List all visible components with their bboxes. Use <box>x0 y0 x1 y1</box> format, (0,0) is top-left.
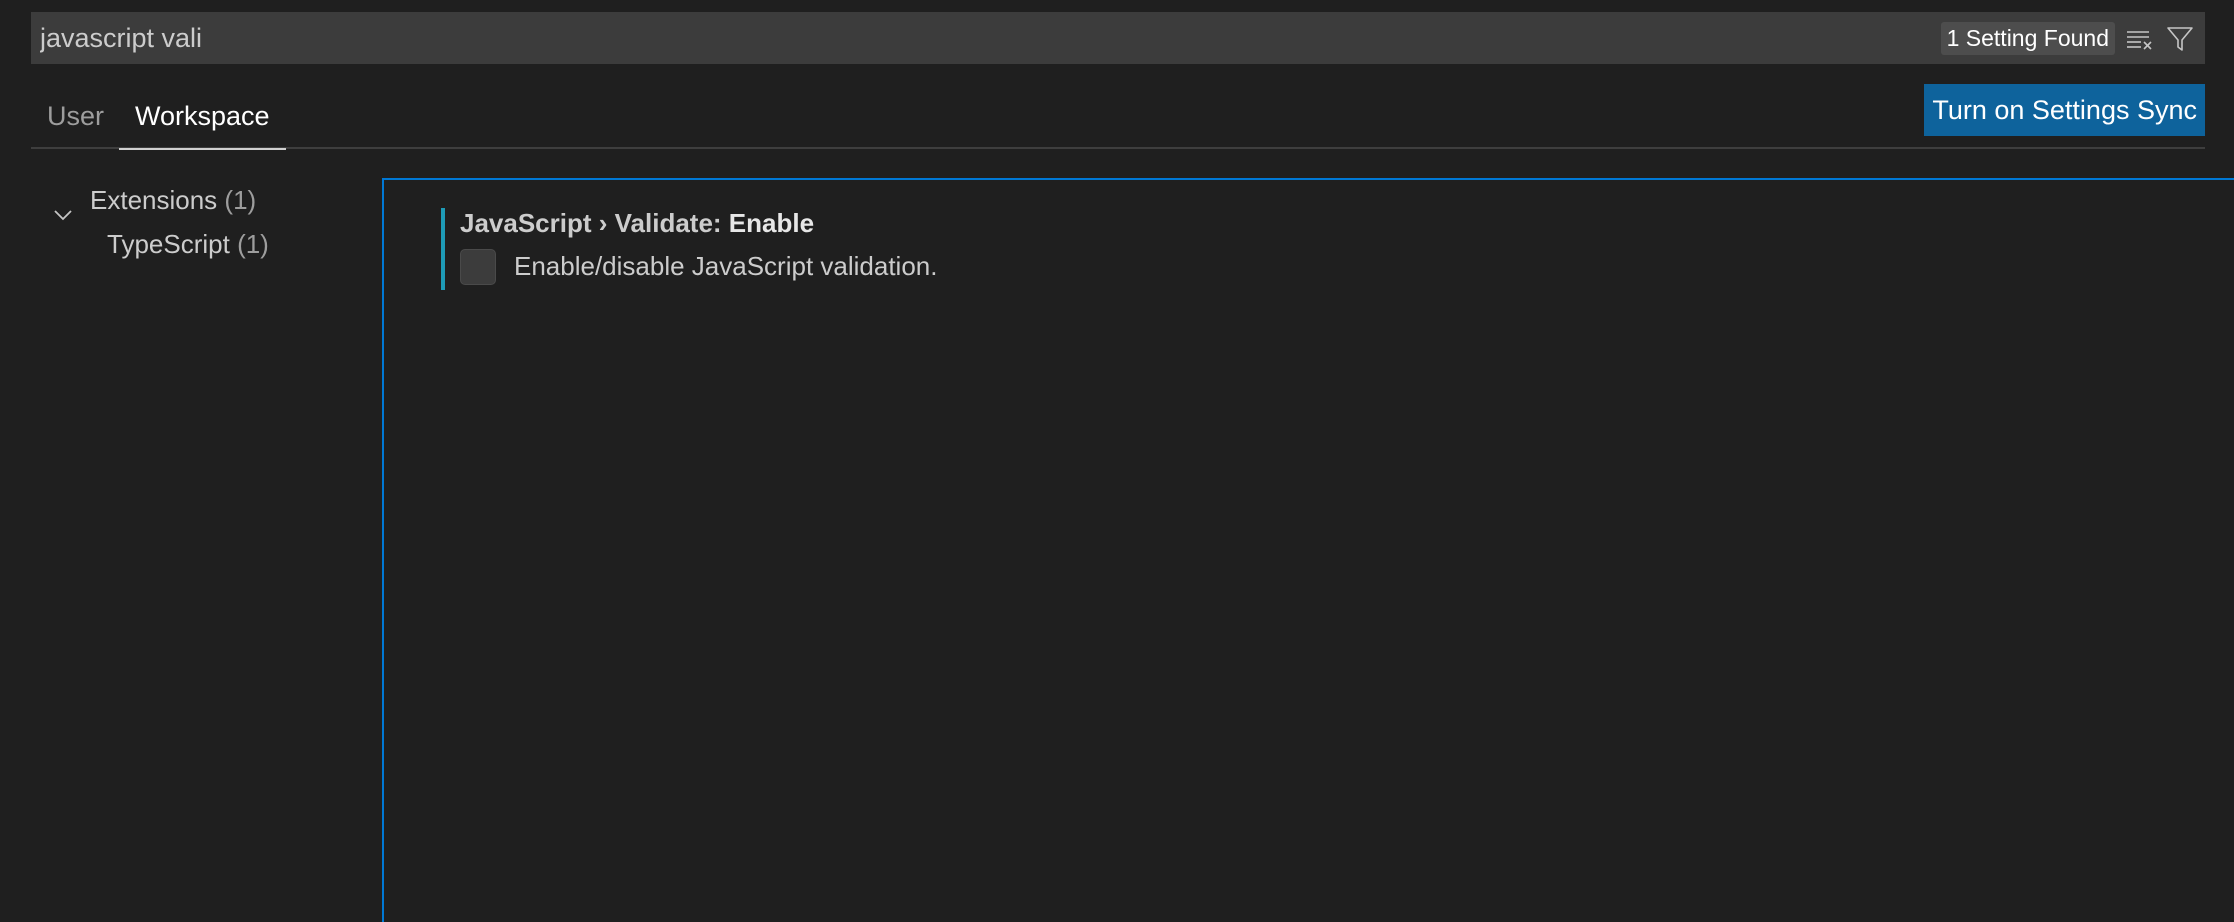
setting-value-row: Enable/disable JavaScript validation. <box>460 246 2141 290</box>
setting-javascript-validate-enable: JavaScript › Validate: Enable Enable/dis… <box>441 208 2141 290</box>
settings-editor: 1 Setting Found User Workspace Turn on <box>0 0 2234 922</box>
toc-item-label: TypeScript <box>107 229 230 259</box>
toc-item-count: (1) <box>224 185 257 215</box>
setting-key: Enable <box>728 208 815 238</box>
toc-item-label: Extensions <box>90 185 218 215</box>
setting-category: JavaScript › Validate: <box>460 208 729 238</box>
validate-enable-checkbox[interactable] <box>460 249 496 285</box>
turn-on-settings-sync-button[interactable]: Turn on Settings Sync <box>1924 84 2205 136</box>
settings-scope-tabs: User Workspace <box>31 84 2205 150</box>
settings-toc: Extensions (1) TypeScript (1) <box>31 178 371 266</box>
search-bar: 1 Setting Found <box>31 12 2205 64</box>
funnel-icon[interactable] <box>2165 24 2195 54</box>
setting-title: JavaScript › Validate: Enable <box>460 208 2141 238</box>
clear-filter-icon[interactable] <box>2125 24 2155 54</box>
chevron-down-icon <box>53 191 73 221</box>
toc-item-extensions[interactable]: Extensions (1) <box>31 178 371 222</box>
tab-user[interactable]: User <box>31 84 120 149</box>
search-input[interactable] <box>40 12 1920 64</box>
tab-workspace[interactable]: Workspace <box>119 84 286 150</box>
setting-description: Enable/disable JavaScript validation. <box>514 251 938 281</box>
toc-item-typescript[interactable]: TypeScript (1) <box>31 222 371 266</box>
result-count-badge: 1 Setting Found <box>1940 22 2115 55</box>
settings-list: JavaScript › Validate: Enable Enable/dis… <box>382 178 2234 922</box>
toc-item-count: (1) <box>237 229 269 259</box>
